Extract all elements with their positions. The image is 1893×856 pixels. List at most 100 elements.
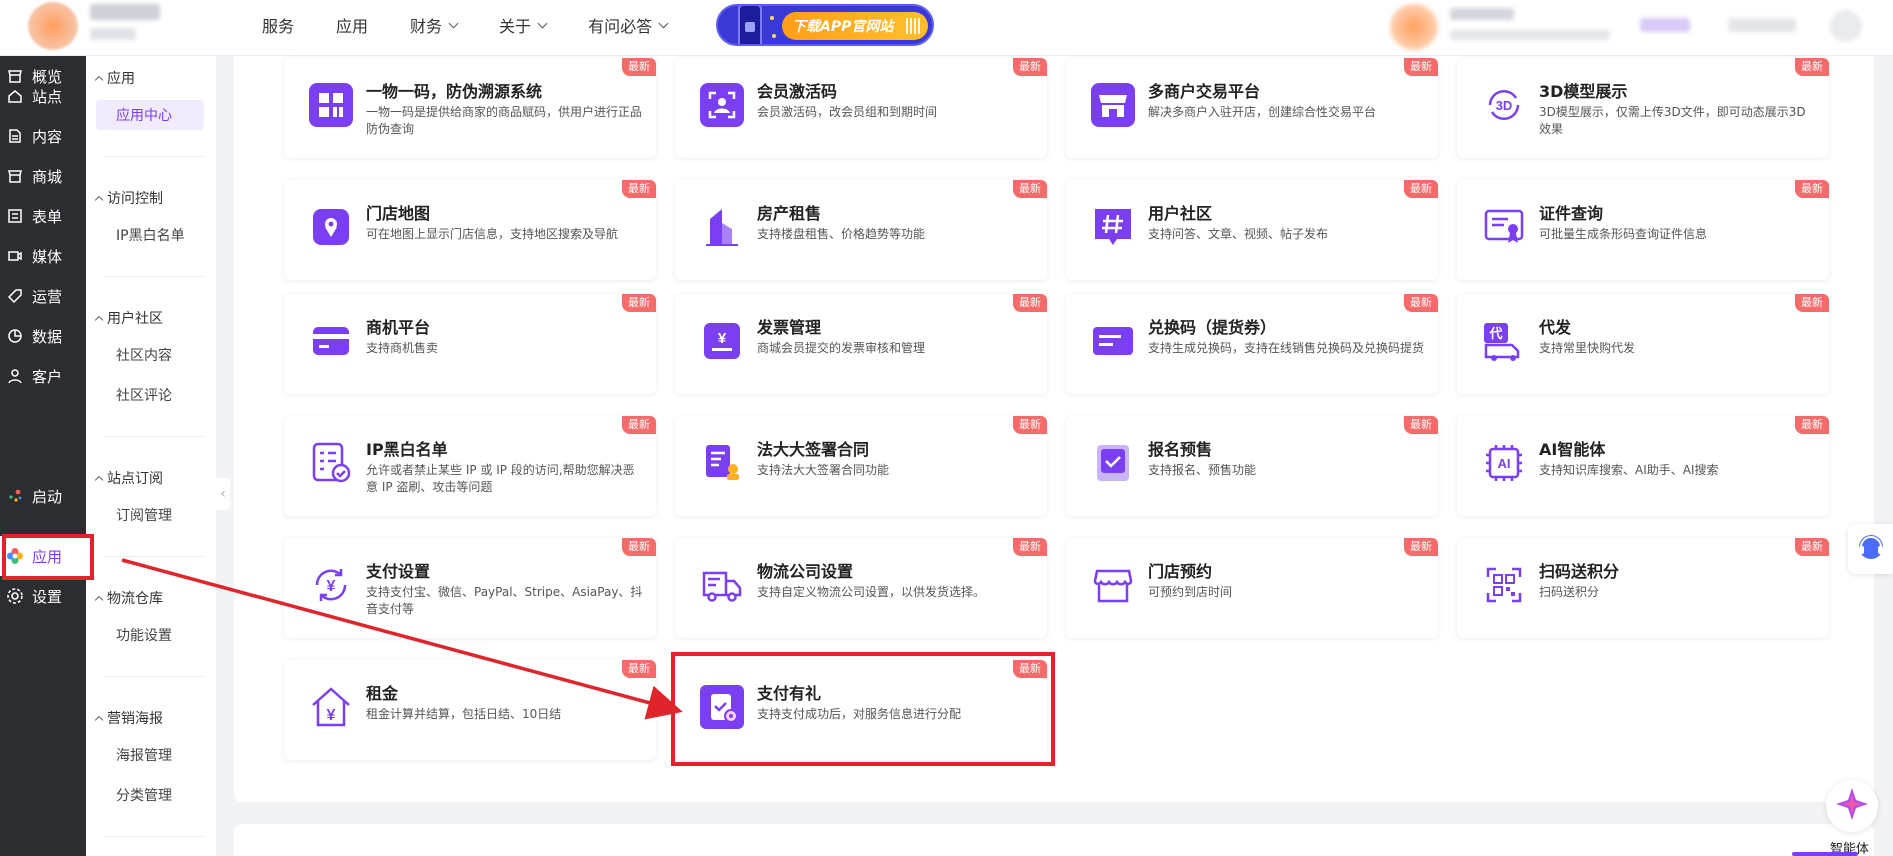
app-card[interactable]: 最新 会员激活码 会员激活码，改会员组和到期时间 bbox=[675, 58, 1047, 158]
rail-item-form[interactable]: 表单 bbox=[0, 196, 86, 236]
user-avatar[interactable] bbox=[1390, 4, 1438, 50]
card-desc: 支持自定义物流公司设置，以供发货选择。 bbox=[757, 585, 986, 599]
card-title: 租金 bbox=[366, 684, 399, 703]
highlight-box-pay-gift bbox=[671, 652, 1055, 766]
card-desc: 一物一码是提供给商家的商品赋码，供用户进行正品防伪查询 bbox=[366, 105, 643, 136]
card-desc: 可批量生成条形码查询证件信息 bbox=[1539, 227, 1708, 241]
signup-book-icon bbox=[1090, 440, 1136, 486]
sub-item-logistics-settings[interactable]: 功能设置 bbox=[96, 620, 204, 650]
collapse-sidebar-handle[interactable]: ‹ bbox=[216, 478, 230, 510]
rail-item-operation[interactable]: 运营 bbox=[0, 276, 86, 316]
nav-item-finance[interactable]: 财务 bbox=[410, 13, 459, 37]
app-card[interactable]: 最新 代 代发 支持常里快购代发 bbox=[1457, 294, 1829, 394]
launch-dots-icon bbox=[6, 487, 24, 505]
main-rail: 概览 站点 内容 商城 表单 媒体 运营 数据 客户 启动 应用 设置 bbox=[0, 56, 86, 856]
user-extra-avatar[interactable] bbox=[1830, 10, 1862, 42]
sub-item-category-manage[interactable]: 分类管理 bbox=[96, 780, 204, 810]
chevron-up-icon bbox=[94, 595, 104, 604]
sub-group-subscription[interactable]: 站点订阅 bbox=[94, 468, 163, 488]
nav-item-apps[interactable]: 应用 bbox=[336, 13, 368, 37]
card-desc: 支持问答、文章、视频、帖子发布 bbox=[1148, 227, 1329, 241]
video-icon bbox=[6, 247, 24, 265]
app-card[interactable]: 最新 用户社区 支持问答、文章、视频、帖子发布 bbox=[1066, 180, 1438, 280]
app-card[interactable]: 最新 证件查询 可批量生成条形码查询证件信息 bbox=[1457, 180, 1829, 280]
card-title: 房产租售 bbox=[757, 204, 822, 223]
rail-item-launch[interactable]: 启动 bbox=[0, 476, 86, 516]
rail-label: 客户 bbox=[32, 367, 63, 386]
app-card[interactable]: 最新 IP黑白名单 允许或者禁止某些 IP 或 IP 段的访问,帮助您解决恶意 … bbox=[284, 416, 656, 516]
download-app-pill[interactable]: 下载APP官网站 bbox=[782, 12, 928, 40]
chevron-down-icon bbox=[448, 18, 459, 28]
rail-item-content[interactable]: 内容 bbox=[0, 116, 86, 156]
app-card[interactable]: 最新 3D 3D模型展示 3D模型展示，仅需上传3D文件，即可动态展示3D效果 bbox=[1457, 58, 1829, 158]
user-email-blurred bbox=[1450, 30, 1610, 40]
rail-item-mall[interactable]: 商城 bbox=[0, 156, 86, 196]
card-desc: 解决多商户入驻开店，创建综合性交易平台 bbox=[1148, 105, 1377, 119]
download-app-banner[interactable]: 下载APP官网站 bbox=[716, 4, 934, 46]
sub-group-apps[interactable]: 应用 bbox=[94, 68, 135, 88]
card-desc: 商城会员提交的发票审核和管理 bbox=[757, 341, 926, 355]
app-card[interactable]: 最新 商机平台 支持商机售卖 bbox=[284, 294, 656, 394]
app-card[interactable]: 最新 ¥ 支付设置 支持支付宝、微信、PayPal、Stripe、AsiaPay… bbox=[284, 538, 656, 638]
app-card[interactable]: 最新 门店预约 可预约到店时间 bbox=[1066, 538, 1438, 638]
sub-item-subscription-manage[interactable]: 订阅管理 bbox=[96, 500, 204, 530]
rail-item-customer[interactable]: 客户 bbox=[0, 356, 86, 396]
new-badge: 最新 bbox=[1795, 294, 1829, 312]
nav-item-about[interactable]: 关于 bbox=[499, 13, 548, 37]
sub-item-community-content[interactable]: 社区内容 bbox=[96, 340, 204, 370]
user-menu-blurred[interactable] bbox=[1728, 18, 1796, 32]
rail-item-media[interactable]: 媒体 bbox=[0, 236, 86, 276]
card-title: 多商户交易平台 bbox=[1148, 82, 1261, 101]
new-badge: 最新 bbox=[1013, 180, 1047, 198]
chevron-up-icon bbox=[94, 715, 104, 724]
sub-group-community[interactable]: 用户社区 bbox=[94, 308, 163, 328]
user-tag-blurred[interactable] bbox=[1640, 18, 1690, 32]
app-card[interactable]: 最新 一物一码，防伪溯源系统 一物一码是提供给商家的商品赋码，供用户进行正品防伪… bbox=[284, 58, 656, 158]
sparkle-star-icon bbox=[1832, 784, 1872, 828]
sub-group-access-control[interactable]: 访问控制 bbox=[94, 188, 163, 208]
card-title: 兑换码（提货券） bbox=[1148, 318, 1277, 337]
app-card[interactable]: 最新 法大大签署合同 支持法大大签署合同功能 bbox=[675, 416, 1047, 516]
app-card[interactable]: 最新 ¥ 发票管理 商城会员提交的发票审核和管理 bbox=[675, 294, 1047, 394]
store-icon bbox=[6, 167, 24, 185]
card-title: 代发 bbox=[1539, 318, 1572, 337]
app-card[interactable]: 最新 房产租售 支持楼盘租售、价格趋势等功能 bbox=[675, 180, 1047, 280]
new-badge: 最新 bbox=[622, 416, 656, 434]
app-card[interactable]: 最新 报名预售 支持报名、预售功能 bbox=[1066, 416, 1438, 516]
rail-item-data[interactable]: 数据 bbox=[0, 316, 86, 356]
customer-service-button[interactable] bbox=[1848, 524, 1893, 574]
divider bbox=[104, 276, 204, 277]
card-desc: 支持楼盘租售、价格趋势等功能 bbox=[757, 227, 926, 241]
sub-item-poster-manage[interactable]: 海报管理 bbox=[96, 740, 204, 770]
nav-item-faq[interactable]: 有问必答 bbox=[588, 13, 669, 37]
app-card[interactable]: 最新 门店地图 可在地图上显示门店信息，支持地区搜索及导航 bbox=[284, 180, 656, 280]
sub-group-logistics[interactable]: 物流仓库 bbox=[94, 588, 163, 608]
sub-item-ip-list[interactable]: IP黑白名单 bbox=[96, 220, 204, 250]
truck-icon bbox=[699, 562, 745, 608]
rail-item-site[interactable]: 站点 bbox=[0, 76, 86, 116]
gear-icon bbox=[6, 587, 24, 605]
logo-icon[interactable] bbox=[28, 2, 78, 50]
sub-item-app-center[interactable]: 应用中心 bbox=[96, 100, 204, 130]
shop-awning-icon bbox=[1090, 562, 1136, 608]
headset-icon bbox=[1853, 529, 1889, 569]
card-desc: 支持报名、预售功能 bbox=[1148, 463, 1257, 477]
new-badge: 最新 bbox=[1795, 58, 1829, 76]
app-card[interactable]: 最新 AI AI智能体 支持知识库搜索、AI助手、AI搜索 bbox=[1457, 416, 1829, 516]
map-pin-icon bbox=[308, 204, 354, 250]
card-title: AI智能体 bbox=[1539, 440, 1606, 459]
new-badge: 最新 bbox=[622, 294, 656, 312]
new-badge: 最新 bbox=[1404, 416, 1438, 434]
sub-item-community-comments[interactable]: 社区评论 bbox=[96, 380, 204, 410]
ai-agent-button[interactable] bbox=[1826, 780, 1878, 832]
app-card[interactable]: 最新 多商户交易平台 解决多商户入驻开店，创建综合性交易平台 bbox=[1066, 58, 1438, 158]
sub-group-poster[interactable]: 营销海报 bbox=[94, 708, 163, 728]
nav-item-services[interactable]: 服务 bbox=[262, 13, 294, 37]
scan-user-icon bbox=[699, 82, 745, 128]
app-card[interactable]: 最新 扫码送积分 扫码送积分 bbox=[1457, 538, 1829, 638]
card-title: 会员激活码 bbox=[757, 82, 838, 101]
app-card[interactable]: 最新 兑换码（提货券） 支持生成兑换码，支持在线销售兑换码及兑换码提货 bbox=[1066, 294, 1438, 394]
app-card[interactable]: 最新 物流公司设置 支持自定义物流公司设置，以供发货选择。 bbox=[675, 538, 1047, 638]
app-card[interactable]: 最新 ¥ 租金 租金计算并结算，包括日结、10日结 bbox=[284, 660, 656, 760]
rail-item-settings[interactable]: 设置 bbox=[0, 576, 86, 616]
